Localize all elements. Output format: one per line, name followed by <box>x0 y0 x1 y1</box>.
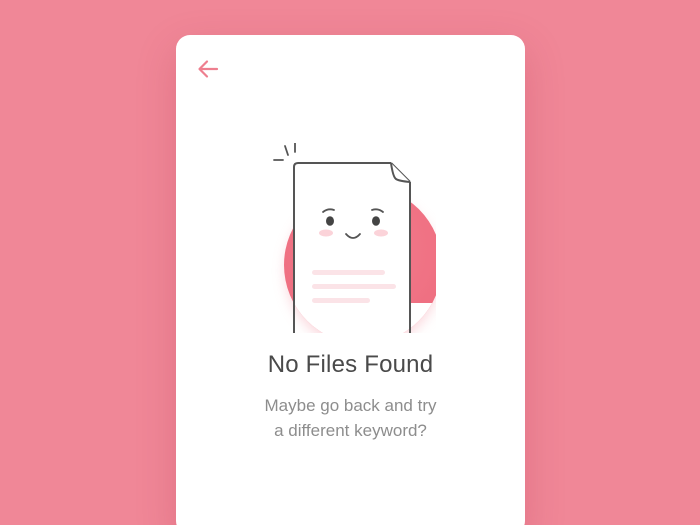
back-button[interactable] <box>194 55 222 83</box>
empty-state-message-line1: Maybe go back and try <box>264 396 437 415</box>
empty-state-message: Maybe go back and try a different keywor… <box>176 393 525 443</box>
empty-state-title: No Files Found <box>267 351 434 378</box>
arrow-left-icon <box>198 60 219 78</box>
empty-state-message-line2: a different keyword? <box>274 421 427 440</box>
sad-document-icon <box>273 143 436 333</box>
empty-state-card: No Files Found Maybe go back and try a d… <box>176 35 525 525</box>
